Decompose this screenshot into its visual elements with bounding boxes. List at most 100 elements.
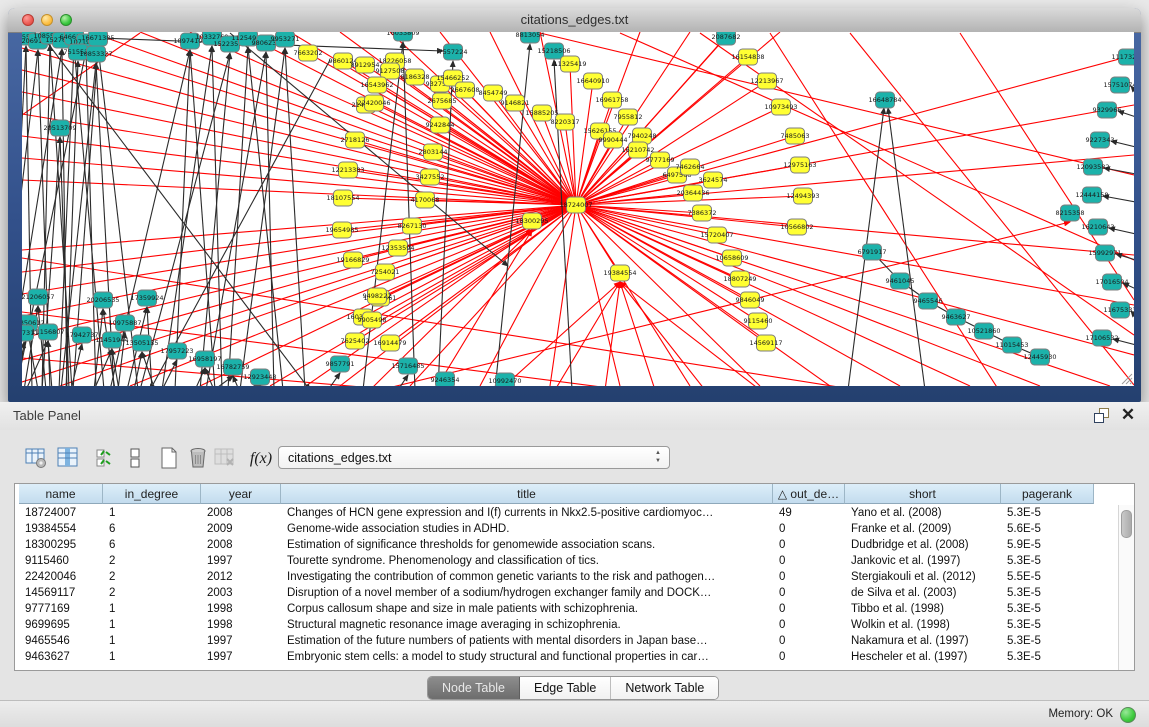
- column-header-title[interactable]: title: [281, 484, 773, 504]
- graph-node[interactable]: 2087682: [712, 32, 741, 45]
- column-header-in_degree[interactable]: in_degree: [103, 484, 201, 504]
- table-row[interactable]: 1938455462009Genome-wide association stu…: [15, 521, 1105, 537]
- graph-node[interactable]: 9246354: [431, 372, 460, 386]
- graph-node[interactable]: 16640910: [576, 73, 609, 89]
- create-column-icon[interactable]: [155, 444, 183, 474]
- table-vertical-scrollbar[interactable]: [1118, 505, 1134, 670]
- graph-node[interactable]: 12445930: [1023, 349, 1056, 365]
- black-edge: [285, 48, 305, 386]
- graph-node[interactable]: 9227343: [1086, 132, 1115, 148]
- column-header-out_de[interactable]: △ out_de…: [773, 484, 845, 504]
- delete-column-icon[interactable]: [184, 444, 212, 474]
- cell-pagerank: 5.3E-5: [1001, 553, 1094, 569]
- graph-node[interactable]: 10566802: [780, 219, 813, 235]
- svg-text:17359924: 17359924: [130, 294, 163, 302]
- graph-node[interactable]: 17016504: [1095, 274, 1128, 290]
- graph-node[interactable]: 17359924: [130, 290, 163, 306]
- row-height-icon[interactable]: [121, 444, 149, 474]
- table-row[interactable]: 946554611997Estimation of the future num…: [15, 633, 1105, 649]
- graph-node[interactable]: 17942737: [65, 327, 98, 343]
- graph-node[interactable]: 16648784: [868, 92, 901, 108]
- svg-text:9777169: 9777169: [646, 156, 675, 164]
- graph-node[interactable]: 16914479: [373, 335, 406, 351]
- cell-title: Embryonic stem cells: a model to study s…: [281, 649, 773, 665]
- graph-node[interactable]: 15992971: [1088, 245, 1121, 261]
- float-window-icon[interactable]: [1093, 407, 1111, 425]
- window-title: citations_edges.txt: [8, 12, 1141, 27]
- graph-node[interactable]: 9115460: [744, 313, 773, 329]
- tab-edge-table[interactable]: Edge Table: [520, 677, 611, 699]
- black-edge: [175, 50, 190, 386]
- graph-node[interactable]: 18107554: [326, 190, 359, 206]
- graph-node[interactable]: 19166829: [336, 252, 369, 268]
- svg-text:12444158: 12444158: [1075, 191, 1108, 199]
- tab-node-table[interactable]: Node Table: [428, 677, 520, 699]
- graph-node[interactable]: 16033809: [386, 32, 419, 41]
- graph-node[interactable]: 7485063: [781, 128, 810, 144]
- table-row[interactable]: 1830029562008Estimation of significance …: [15, 537, 1105, 553]
- graph-node[interactable]: 8215358: [1056, 205, 1085, 221]
- table-row[interactable]: 946362711997Embryonic stem cells: a mode…: [15, 649, 1105, 665]
- graph-node[interactable]: 12975163: [783, 157, 816, 173]
- black-edge: [888, 108, 925, 386]
- cell-pagerank: 5.3E-5: [1001, 633, 1094, 649]
- table-mode-icon[interactable]: [22, 444, 50, 474]
- network-canvas[interactable]: 1405572120691436108552371527606764661601…: [22, 32, 1134, 386]
- window-titlebar[interactable]: citations_edges.txt: [8, 8, 1141, 33]
- graph-node[interactable]: 16154838: [731, 49, 764, 65]
- graph-node[interactable]: 15720407: [700, 227, 733, 243]
- graph-node[interactable]: 12093582: [1076, 159, 1109, 175]
- cell-short: Nakamura et al. (1997): [845, 633, 1001, 649]
- table-panel-title: Table Panel: [13, 408, 81, 423]
- graph-node[interactable]: 7557224: [439, 44, 468, 60]
- close-panel-icon[interactable]: ✕: [1119, 407, 1137, 425]
- table-row[interactable]: 1872400712008Changes of HCN gene express…: [15, 505, 1105, 521]
- svg-text:9463627: 9463627: [942, 313, 971, 321]
- graph-node[interactable]: 16210643: [1081, 219, 1114, 235]
- scrollbar-thumb[interactable]: [1121, 510, 1132, 538]
- function-builder-button[interactable]: f(x): [246, 444, 276, 474]
- graph-node[interactable]: 12213967: [750, 73, 783, 89]
- cell-name: 9777169: [19, 601, 103, 617]
- graph-node[interactable]: 8813054: [516, 32, 545, 43]
- graph-node[interactable]: 12494393: [786, 188, 819, 204]
- graph-node[interactable]: 7254021: [371, 264, 400, 280]
- table-row[interactable]: 1456911722003Disruption of a novel membe…: [15, 585, 1105, 601]
- table-row[interactable]: 969969511998Structural magnetic resonanc…: [15, 617, 1105, 633]
- tab-network-table[interactable]: Network Table: [611, 677, 718, 699]
- black-edge: [266, 52, 274, 386]
- citation-network-graph[interactable]: 1405572120691436108552371527606764661601…: [22, 32, 1134, 386]
- graph-node[interactable]: 21206057: [22, 289, 55, 305]
- graph-node[interactable]: 12444158: [1075, 187, 1108, 203]
- network-table-select[interactable]: citations_edges.txt ▲▼: [278, 446, 670, 469]
- svg-text:12213383: 12213383: [331, 166, 364, 174]
- svg-text:15218506: 15218506: [537, 47, 570, 55]
- column-checklist-icon[interactable]: [92, 444, 120, 474]
- graph-node[interactable]: 12923448: [243, 369, 276, 385]
- column-header-short[interactable]: short: [845, 484, 1001, 504]
- graph-node[interactable]: 19384554: [603, 265, 636, 281]
- column-header-year[interactable]: year: [201, 484, 281, 504]
- graph-node[interactable]: 9329966: [1093, 102, 1122, 118]
- graph-node[interactable]: 6791917: [858, 244, 887, 260]
- graph-node[interactable]: 11173241: [1111, 49, 1134, 65]
- graph-node[interactable]: 16961758: [595, 92, 628, 108]
- table-row[interactable]: 977716911998Corpus callosum shape and si…: [15, 601, 1105, 617]
- table-row[interactable]: 2242004622012Investigating the contribut…: [15, 569, 1105, 585]
- cell-short: de Silva et al. (2003): [845, 585, 1001, 601]
- svg-text:16543962: 16543962: [360, 81, 393, 89]
- graph-node[interactable]: 3624574: [699, 172, 728, 188]
- column-header-pagerank[interactable]: pagerank: [1001, 484, 1094, 504]
- table-row[interactable]: 911546021997Tourette syndrome. Phenomeno…: [15, 553, 1105, 569]
- column-header-name[interactable]: name: [19, 484, 103, 504]
- graph-node[interactable]: 10658609: [715, 250, 748, 266]
- graph-node[interactable]: 20206535: [86, 292, 119, 308]
- graph-node[interactable]: 15751074: [1103, 77, 1134, 93]
- svg-text:16033809: 16033809: [386, 32, 419, 37]
- graph-node[interactable]: 8267130: [398, 218, 427, 234]
- graph-node[interactable]: 10975887: [108, 315, 141, 331]
- show-columns-icon[interactable]: [54, 444, 82, 474]
- graph-node[interactable]: 11675333: [1103, 302, 1134, 318]
- red-edge: [500, 282, 620, 386]
- cell-name: 18724007: [19, 505, 103, 521]
